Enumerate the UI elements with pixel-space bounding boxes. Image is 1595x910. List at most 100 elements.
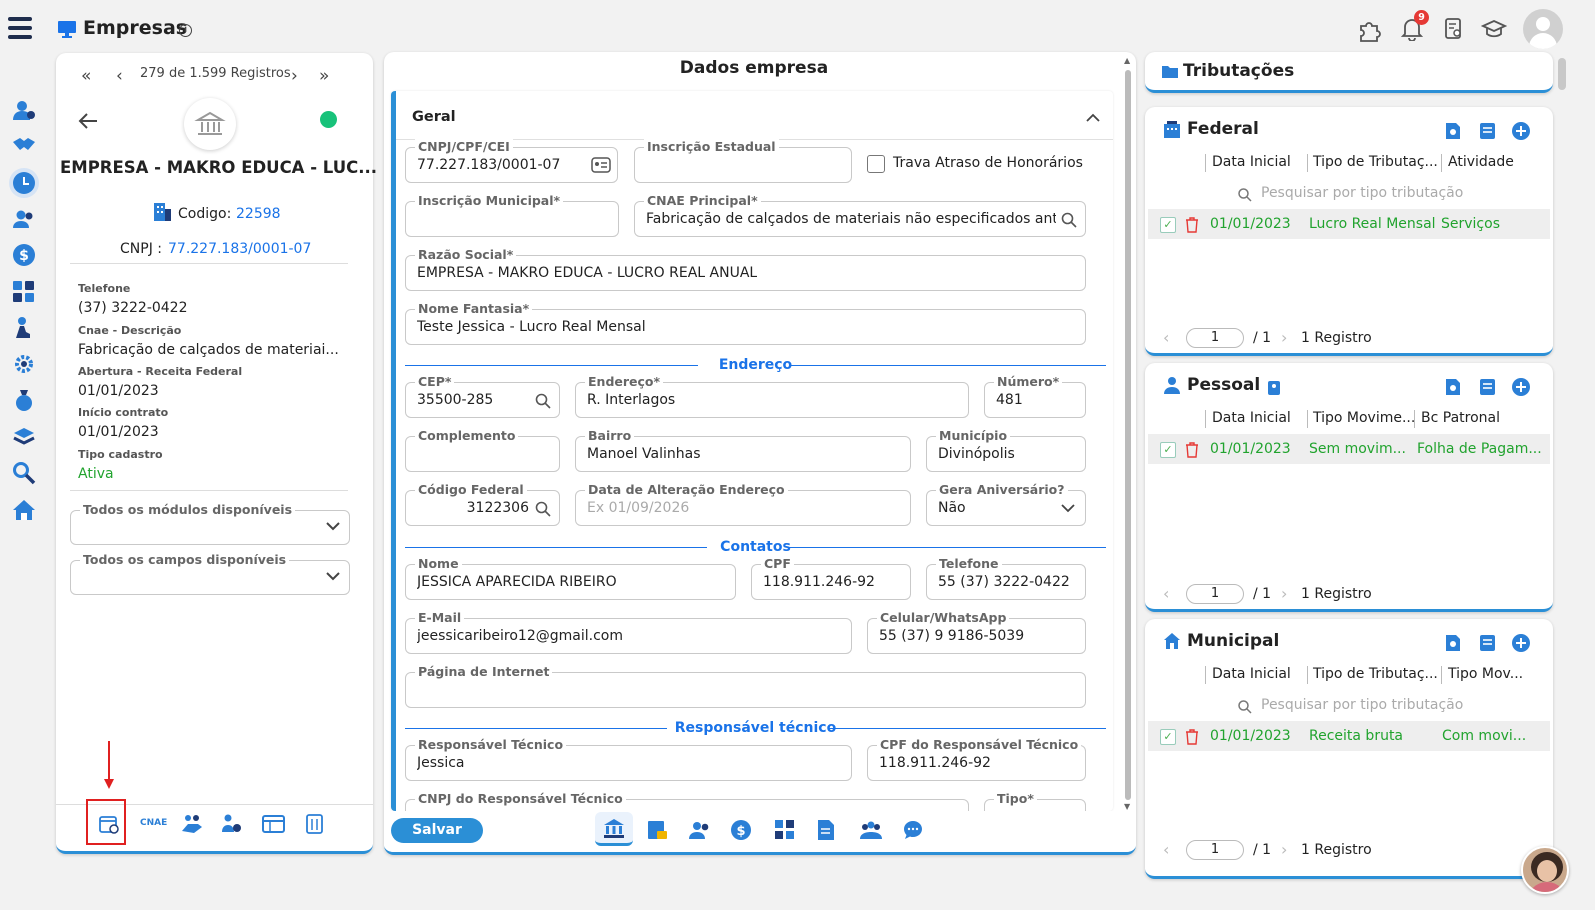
info-icon[interactable]: i: [179, 24, 192, 37]
trava-checkbox[interactable]: [867, 155, 885, 173]
tab-team-icon[interactable]: [858, 819, 882, 841]
gera-aniversario-select[interactable]: Gera Aniversário? Não: [926, 482, 1086, 526]
cpf-field[interactable]: CPF 118.911.246-92: [751, 556, 911, 600]
endereco-field[interactable]: Endereço* R. Interlagos: [575, 374, 969, 418]
codigo-federal-field[interactable]: Código Federal 3122306: [405, 482, 560, 526]
puzzle-icon[interactable]: [1357, 17, 1383, 43]
add-icon[interactable]: [1511, 633, 1531, 653]
data-alteracao-field[interactable]: Data de Alteração Endereço Ex 01/09/2026: [575, 482, 911, 526]
page-input[interactable]: 1: [1186, 584, 1244, 604]
next-record-icon[interactable]: ›: [291, 66, 298, 86]
search-icon[interactable]: [1061, 212, 1077, 228]
tab-dollar-icon[interactable]: $: [730, 819, 752, 841]
column-header[interactable]: Data Inicial: [1212, 154, 1291, 170]
user-settings-icon[interactable]: [12, 98, 36, 122]
layers-icon[interactable]: [12, 425, 36, 449]
search-icon[interactable]: [535, 393, 551, 409]
prev-page-icon[interactable]: ‹: [1163, 584, 1169, 603]
id-card-icon[interactable]: [591, 157, 611, 173]
building-outline-icon[interactable]: [305, 813, 327, 835]
last-record-icon[interactable]: »: [319, 66, 329, 86]
users-icon[interactable]: [12, 207, 36, 231]
calculator-icon[interactable]: [12, 280, 36, 304]
right-scrollbar[interactable]: [1557, 58, 1567, 898]
prev-record-icon[interactable]: ‹: [116, 66, 123, 86]
column-header[interactable]: Atividade: [1448, 154, 1514, 170]
column-header[interactable]: Data Inicial: [1212, 410, 1291, 426]
list-icon[interactable]: [1479, 634, 1497, 652]
support-avatar[interactable]: [1521, 846, 1569, 894]
row-checkbox[interactable]: ✓: [1160, 442, 1176, 458]
column-header[interactable]: Data Inicial: [1212, 666, 1291, 682]
municipio-field[interactable]: Município Divinópolis: [926, 428, 1086, 472]
pagina-internet-field[interactable]: Página de Internet: [405, 664, 1086, 708]
modulos-select[interactable]: Todos os módulos disponíveis: [70, 502, 350, 545]
column-header[interactable]: Tipo Movime...: [1313, 410, 1415, 426]
prev-page-icon[interactable]: ‹: [1163, 840, 1169, 859]
list-icon[interactable]: [1479, 378, 1497, 396]
cnpj-value[interactable]: 77.227.183/0001-07: [168, 241, 311, 257]
column-header[interactable]: Bc Patronal: [1421, 410, 1500, 426]
search-document-icon[interactable]: [1445, 122, 1461, 140]
add-icon[interactable]: [1511, 377, 1531, 397]
column-header[interactable]: Tipo de Tributaç...: [1313, 154, 1438, 170]
row-checkbox[interactable]: ✓: [1160, 217, 1176, 233]
clock-icon[interactable]: [9, 168, 39, 198]
cep-field[interactable]: CEP* 35500-285: [405, 374, 560, 418]
search-document-icon[interactable]: [1445, 634, 1461, 652]
column-header[interactable]: Tipo Mov...: [1448, 666, 1523, 682]
hand-coin-icon[interactable]: [12, 316, 36, 340]
complemento-field[interactable]: Complemento: [405, 428, 560, 472]
telefone-field[interactable]: Telefone 55 (37) 3222-0422: [926, 556, 1086, 600]
document-search-icon[interactable]: [1444, 18, 1464, 40]
search-document-icon[interactable]: [1445, 378, 1461, 396]
nome-fantasia-field[interactable]: Nome Fantasia* Teste Jessica - Lucro Rea…: [405, 301, 1086, 345]
row-checkbox[interactable]: ✓: [1160, 729, 1176, 745]
cnae-tab[interactable]: CNAE: [140, 818, 167, 828]
first-record-icon[interactable]: «: [81, 66, 91, 86]
back-arrow-icon[interactable]: [78, 112, 98, 130]
list-icon[interactable]: [1479, 122, 1497, 140]
cpf-responsavel-field[interactable]: CPF do Responsável Técnico 118.911.246-9…: [867, 737, 1086, 781]
gear-network-icon[interactable]: [12, 352, 36, 376]
cnae-principal-field[interactable]: CNAE Principal* Fabricação de calçados d…: [634, 193, 1086, 237]
column-header[interactable]: Tipo de Tributaç...: [1313, 666, 1438, 682]
tab-calculator-icon[interactable]: [774, 819, 796, 841]
user-gear-icon[interactable]: [221, 813, 243, 835]
table-icon[interactable]: [262, 813, 285, 835]
bairro-field[interactable]: Bairro Manoel Valinhas: [575, 428, 911, 472]
numero-field[interactable]: Número* 481: [984, 374, 1086, 418]
trash-icon[interactable]: [1185, 442, 1199, 458]
next-page-icon[interactable]: ›: [1281, 328, 1287, 347]
user-avatar[interactable]: [1523, 9, 1563, 49]
tab-bank-active[interactable]: [595, 812, 633, 846]
tributacao-search-input[interactable]: Pesquisar por tipo tributação: [1261, 185, 1463, 201]
add-icon[interactable]: [1511, 121, 1531, 141]
tab-chat-icon[interactable]: [902, 819, 924, 841]
responsavel-tecnico-field[interactable]: Responsável Técnico Jessica: [405, 737, 852, 781]
nome-field[interactable]: Nome JESSICA APARECIDA RIBEIRO: [405, 556, 736, 600]
tab-billing-icon[interactable]: [647, 819, 669, 841]
razao-social-field[interactable]: Razão Social* EMPRESA - MAKRO EDUCA - LU…: [405, 247, 1086, 291]
scrollbar-thumb[interactable]: [1125, 70, 1131, 800]
page-input[interactable]: 1: [1186, 328, 1244, 348]
search-icon[interactable]: [12, 461, 36, 485]
next-page-icon[interactable]: ›: [1281, 584, 1287, 603]
dollar-icon[interactable]: $: [12, 243, 36, 267]
celular-field[interactable]: Celular/WhatsApp 55 (37) 9 9186-5039: [867, 610, 1086, 654]
collapse-chevron-icon[interactable]: [1086, 113, 1100, 122]
inscricao-estadual-field[interactable]: Inscrição Estadual: [634, 139, 852, 183]
home-icon[interactable]: [12, 498, 36, 522]
campos-select[interactable]: Todos os campos disponíveis: [70, 552, 350, 595]
team-hand-icon[interactable]: [180, 813, 202, 835]
calendar-settings-icon[interactable]: [98, 813, 120, 835]
trash-icon[interactable]: [1185, 729, 1199, 745]
graduation-cap-icon[interactable]: [1481, 18, 1507, 40]
scrollbar-track[interactable]: ▲ ▼: [1122, 56, 1134, 811]
money-bag-icon[interactable]: [12, 388, 36, 412]
page-input[interactable]: 1: [1186, 840, 1244, 860]
next-page-icon[interactable]: ›: [1281, 840, 1287, 859]
cnpj-field[interactable]: CNPJ/CPF/CEI 77.227.183/0001-07: [405, 139, 618, 183]
hamburger-menu-icon[interactable]: [8, 17, 32, 43]
tributacao-search-input[interactable]: Pesquisar por tipo tributação: [1261, 697, 1463, 713]
